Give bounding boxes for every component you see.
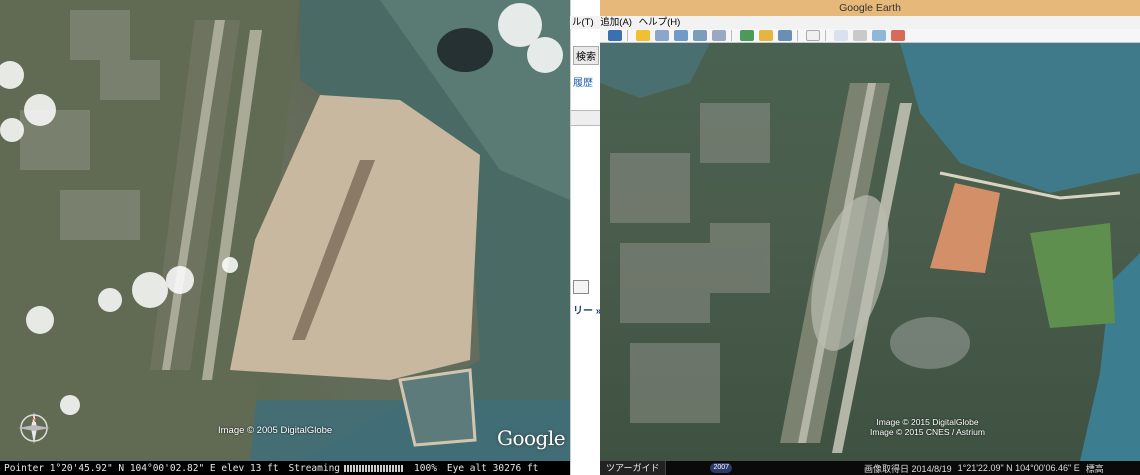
- placemark-icon[interactable]: [636, 30, 650, 41]
- pointer-coordinates-right: 1°21'22.09" N 104°00'06.46" E: [957, 463, 1080, 473]
- left-status-bar: Pointer 1°20'45.92" N 104°00'02.82" E el…: [0, 461, 570, 475]
- record-tour-icon[interactable]: [712, 30, 726, 41]
- copyright-line-1: Image © 2015 DigitalGlobe: [876, 417, 979, 427]
- tour-guide-button[interactable]: ツアーガイド: [600, 461, 667, 475]
- google-logo: Google: [497, 426, 566, 450]
- menu-help[interactable]: ヘルプ(H): [639, 17, 681, 28]
- menu-add[interactable]: 追加(A): [600, 17, 632, 28]
- path-icon[interactable]: [674, 30, 688, 41]
- window-title-bar: Google Earth: [600, 0, 1140, 16]
- print-icon[interactable]: [853, 30, 867, 41]
- right-map-view[interactable]: Image © 2015 DigitalGlobe Image © 2015 C…: [600, 43, 1140, 461]
- left-map-view[interactable]: N Image © 2005 DigitalGlobe Google Point…: [0, 0, 570, 475]
- right-image-copyright: Image © 2015 DigitalGlobe Image © 2015 C…: [870, 417, 985, 437]
- elevation-label: 標高: [1085, 463, 1104, 474]
- sun-icon[interactable]: [759, 30, 773, 41]
- historical-imagery-icon[interactable]: [740, 30, 754, 41]
- right-status-bar: ツアーガイド 2007 画像取得日 2014/8/19 1°21'22.09" …: [600, 461, 1140, 475]
- google-earth-window: Google Earth ル(T) 追加(A) ヘルプ(H) Image © 2…: [570, 0, 1140, 475]
- folder-icon[interactable]: [573, 280, 589, 294]
- compass-icon[interactable]: N: [16, 410, 52, 446]
- streaming-progress-bar: [344, 464, 405, 472]
- save-image-icon[interactable]: [872, 30, 886, 41]
- tour-guide-label: ツアーガイド: [606, 463, 660, 473]
- sidebar-input-bar[interactable]: [571, 110, 600, 126]
- email-icon[interactable]: [834, 30, 848, 41]
- polygon-icon[interactable]: [655, 30, 669, 41]
- streaming-value: 100%: [414, 462, 437, 474]
- planets-icon[interactable]: [778, 30, 792, 41]
- pointer-coordinates: Pointer 1°20'45.92" N 104°00'02.82" E el…: [4, 462, 279, 474]
- ruler-icon[interactable]: [806, 30, 820, 41]
- image-overlay-icon[interactable]: [693, 30, 707, 41]
- toolbar-divider: [797, 30, 798, 41]
- tree-expand-link[interactable]: リー »: [573, 302, 600, 317]
- toolbar: [600, 29, 1140, 43]
- historical-year-badge[interactable]: 2007: [710, 463, 733, 473]
- left-image-copyright: Image © 2005 DigitalGlobe: [218, 425, 333, 436]
- streaming-label: Streaming: [288, 462, 341, 474]
- copyright-line-2: Image © 2015 CNES / Astrium: [870, 427, 985, 437]
- left-satellite-imagery: [0, 0, 570, 461]
- history-link[interactable]: 履歴: [573, 74, 593, 89]
- toolbar-divider: [825, 30, 826, 41]
- menu-bar: ル(T) 追加(A) ヘルプ(H): [570, 16, 1140, 29]
- toolbar-divider: [731, 30, 732, 41]
- eye-altitude: Eye alt 30276 ft: [446, 462, 539, 474]
- toolbar-divider: [627, 30, 628, 41]
- sidebar-fragment: 検索 履歴 リー »: [570, 0, 600, 475]
- sidebar-toggle-icon[interactable]: [608, 30, 622, 41]
- compass-north-label: N: [31, 417, 36, 424]
- menu-tools[interactable]: ル(T): [572, 17, 594, 28]
- search-tab[interactable]: 検索: [573, 46, 599, 65]
- view-in-maps-icon[interactable]: [891, 30, 905, 41]
- capture-date: 画像取得日 2014/8/19: [864, 463, 952, 474]
- right-satellite-imagery: [600, 43, 1140, 461]
